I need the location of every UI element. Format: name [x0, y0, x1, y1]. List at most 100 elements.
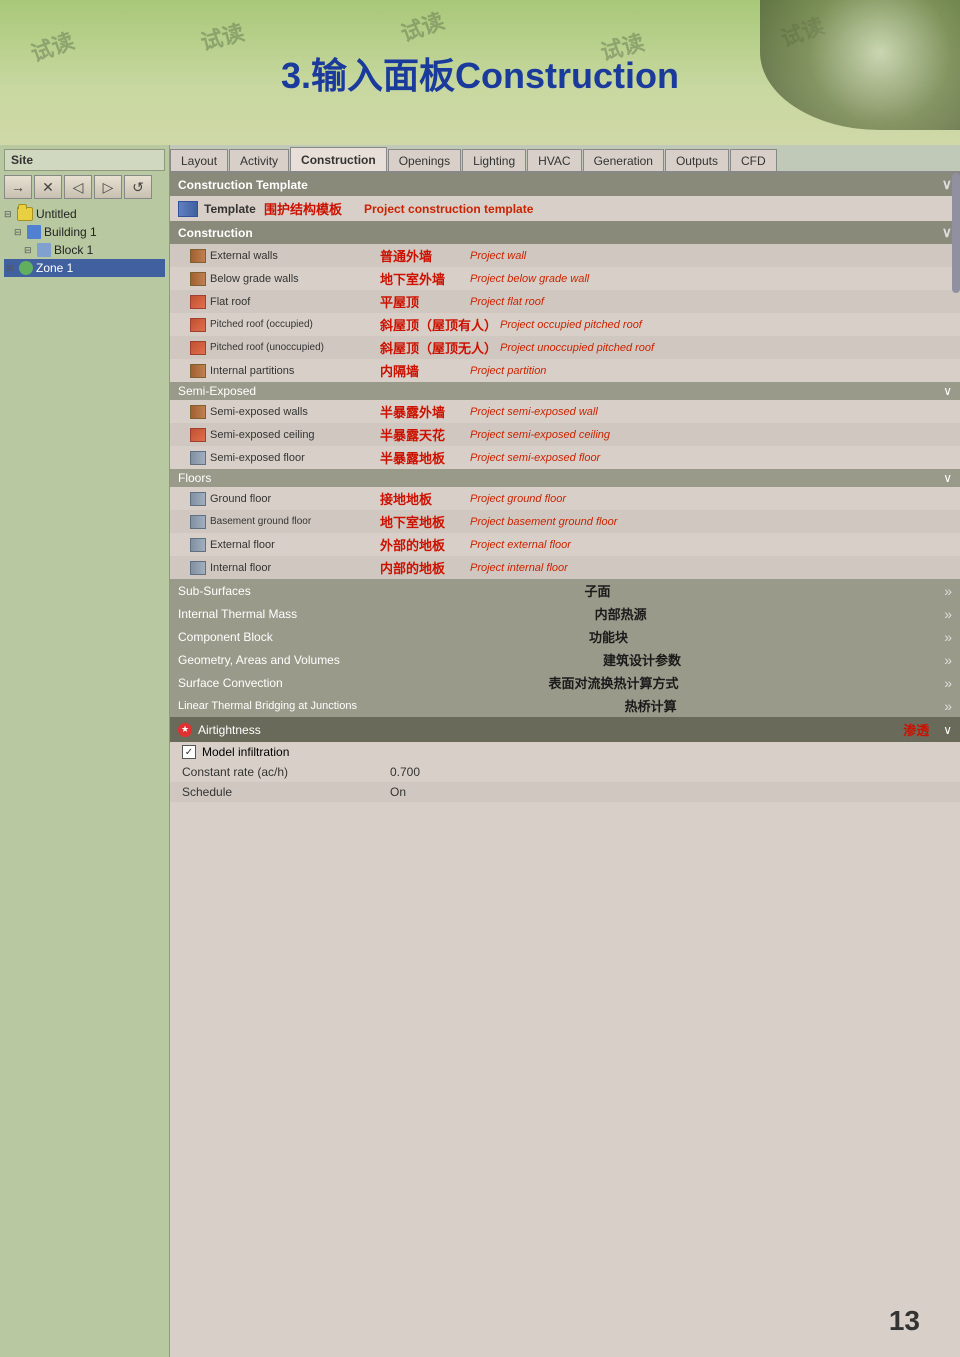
- section-header-construction[interactable]: Construction ∨: [170, 221, 960, 244]
- tab-activity[interactable]: Activity: [229, 149, 289, 171]
- label-cn-internal-partitions: 内隔墙: [380, 361, 470, 380]
- section-header-semi-exposed[interactable]: Semi-Exposed ∨: [170, 382, 960, 400]
- tree-item-untitled[interactable]: ⊟ Untitled: [4, 205, 165, 223]
- label-en-external-floor: External floor: [210, 539, 380, 551]
- watermark-1: 试读: [26, 23, 78, 68]
- tab-layout[interactable]: Layout: [170, 149, 228, 171]
- template-value: Project construction template: [364, 202, 533, 216]
- label-itm-en: Internal Thermal Mass: [178, 607, 297, 621]
- row-schedule: Schedule On: [170, 782, 960, 802]
- label-en-internal-partitions: Internal partitions: [210, 365, 380, 377]
- main-area: Site → ✕ ◁ ▷ ↺ ⊟ Untitled ⊟ Building 1 ⊟…: [0, 145, 960, 1357]
- section-linear-thermal-bridging[interactable]: Linear Thermal Bridging at Junctions 热桥计…: [170, 694, 960, 717]
- label-cb-cn: 功能块: [589, 627, 628, 646]
- arrow-sub-surfaces: »: [944, 583, 952, 599]
- tab-lighting[interactable]: Lighting: [462, 149, 526, 171]
- wall-icon-internal: [190, 364, 206, 378]
- template-label-en: Template: [204, 202, 264, 216]
- label-airtightness-cn: 渗透: [903, 720, 929, 739]
- section-surface-convection[interactable]: Surface Convection 表面对流换热计算方式 »: [170, 671, 960, 694]
- sidebar: Site → ✕ ◁ ▷ ↺ ⊟ Untitled ⊟ Building 1 ⊟…: [0, 145, 170, 1357]
- label-cn-internal-floor: 内部的地板: [380, 558, 470, 577]
- airtightness-icon: ★: [178, 723, 192, 737]
- arrow-ltb: »: [944, 698, 952, 714]
- tree-item-block1[interactable]: ⊟ Block 1: [4, 241, 165, 259]
- toolbar-btn-arrow[interactable]: →: [4, 175, 32, 199]
- roof-icon-pitched-occ: [190, 318, 206, 332]
- section-geometry[interactable]: Geometry, Areas and Volumes 建筑设计参数 »: [170, 648, 960, 671]
- roof-icon-pitched-unocc: [190, 341, 206, 355]
- tree-item-zone1[interactable]: ⊞ Zone 1: [4, 259, 165, 277]
- section-header-airtightness[interactable]: ★ Airtightness 渗透 ∨: [170, 717, 960, 742]
- tab-generation[interactable]: Generation: [583, 149, 664, 171]
- toolbar-btn-prev[interactable]: ◁: [64, 175, 92, 199]
- row-internal-floor: Internal floor 内部的地板 Project internal fl…: [170, 556, 960, 579]
- tab-cfd[interactable]: CFD: [730, 149, 777, 171]
- scroll-marker[interactable]: [952, 173, 960, 293]
- value-ground-floor: Project ground floor: [470, 493, 566, 505]
- expand-icon-z1: ⊞: [6, 263, 16, 274]
- tab-hvac[interactable]: HVAC: [527, 149, 581, 171]
- label-en-internal-floor: Internal floor: [210, 562, 380, 574]
- tree-label-building1: Building 1: [44, 225, 97, 239]
- value-schedule: On: [390, 785, 406, 799]
- section-component-block[interactable]: Component Block 功能块 »: [170, 625, 960, 648]
- row-semi-exposed-walls: Semi-exposed walls 半暴露外墙 Project semi-ex…: [170, 400, 960, 423]
- tree-label-untitled: Untitled: [36, 207, 77, 221]
- row-external-walls: External walls 普通外墙 Project wall: [170, 244, 960, 267]
- label-ltb-en: Linear Thermal Bridging at Junctions: [178, 700, 357, 712]
- label-airtightness-en: Airtightness: [198, 723, 261, 737]
- label-en-semi-walls: Semi-exposed walls: [210, 406, 380, 418]
- section-internal-thermal-mass[interactable]: Internal Thermal Mass 内部热源 »: [170, 602, 960, 625]
- row-pitched-roof-unocc: Pitched roof (unoccupied) 斜屋顶（屋顶无人） Proj…: [170, 336, 960, 359]
- label-cn-external-floor: 外部的地板: [380, 535, 470, 554]
- page-title: 3.输入面板Construction: [281, 47, 679, 99]
- tree-container: ⊟ Untitled ⊟ Building 1 ⊟ Block 1 ⊞ Zone…: [4, 205, 165, 277]
- label-itm-cn: 内部热源: [595, 604, 647, 623]
- label-model-infiltration: Model infiltration: [202, 745, 289, 759]
- tab-construction[interactable]: Construction: [290, 147, 387, 171]
- label-cn-semi-floor: 半暴露地板: [380, 448, 470, 467]
- label-cn-below-grade: 地下室外墙: [380, 269, 470, 288]
- checkbox-model-infiltration[interactable]: [182, 745, 196, 759]
- toolbar-btn-refresh[interactable]: ↺: [124, 175, 152, 199]
- zone-icon: [19, 261, 33, 275]
- expand-icon: ⊟: [4, 209, 14, 220]
- row-model-infiltration: Model infiltration: [170, 742, 960, 762]
- label-geom-en: Geometry, Areas and Volumes: [178, 653, 340, 667]
- value-semi-ceiling: Project semi-exposed ceiling: [470, 429, 610, 441]
- collapse-btn-fl[interactable]: ∨: [943, 471, 952, 485]
- label-en-external-walls: External walls: [210, 250, 380, 262]
- floor-icon-ground: [190, 492, 206, 506]
- collapse-btn-c[interactable]: ∨: [942, 224, 952, 241]
- tab-outputs[interactable]: Outputs: [665, 149, 729, 171]
- label-en-pitched-unocc: Pitched roof (unoccupied): [210, 342, 380, 353]
- section-header-construction-template[interactable]: Construction Template ∨: [170, 173, 960, 196]
- section-header-floors[interactable]: Floors ∨: [170, 469, 960, 487]
- template-label-cn: 围护结构模板: [264, 199, 364, 218]
- label-sub-surfaces-en: Sub-Surfaces: [178, 584, 251, 598]
- page-number: 13: [889, 1305, 920, 1337]
- value-pitched-occ: Project occupied pitched roof: [500, 319, 642, 331]
- label-en-ground-floor: Ground floor: [210, 493, 380, 505]
- value-constant-rate: 0.700: [390, 765, 420, 779]
- collapse-btn-at[interactable]: ∨: [943, 723, 952, 737]
- arrow-sc: »: [944, 675, 952, 691]
- toolbar-btn-next[interactable]: ▷: [94, 175, 122, 199]
- tree-item-building1[interactable]: ⊟ Building 1: [4, 223, 165, 241]
- value-external-walls: Project wall: [470, 250, 526, 262]
- row-constant-rate: Constant rate (ac/h) 0.700: [170, 762, 960, 782]
- row-external-floor: External floor 外部的地板 Project external fl…: [170, 533, 960, 556]
- section-sub-surfaces[interactable]: Sub-Surfaces 子面 »: [170, 579, 960, 602]
- wall-icon-external: [190, 249, 206, 263]
- collapse-btn-ct[interactable]: ∨: [942, 176, 952, 193]
- row-flat-roof: Flat roof 平屋顶 Project flat roof: [170, 290, 960, 313]
- label-en-flat-roof: Flat roof: [210, 296, 380, 308]
- collapse-btn-se[interactable]: ∨: [943, 384, 952, 398]
- value-semi-walls: Project semi-exposed wall: [470, 406, 598, 418]
- content-panel: Construction Template ∨ Template 围护结构模板 …: [170, 173, 960, 1357]
- label-sub-surfaces-cn: 子面: [584, 581, 610, 600]
- toolbar-btn-close[interactable]: ✕: [34, 175, 62, 199]
- tab-openings[interactable]: Openings: [388, 149, 461, 171]
- row-semi-exposed-floor: Semi-exposed floor 半暴露地板 Project semi-ex…: [170, 446, 960, 469]
